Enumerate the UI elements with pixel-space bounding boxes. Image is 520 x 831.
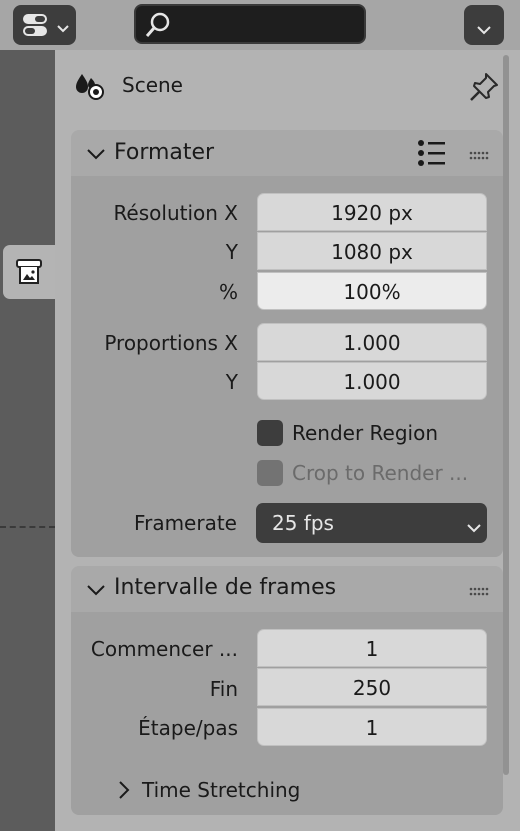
resolution-percent-label: % — [218, 280, 238, 304]
tab-divider — [0, 526, 55, 528]
resolution-percent-field[interactable]: 100% — [257, 272, 487, 310]
options-dropdown-button[interactable] — [464, 5, 504, 45]
aspect-x-label: Proportions X — [104, 331, 238, 355]
chevron-down-icon — [467, 506, 481, 546]
aspect-x-field[interactable]: 1.000 — [257, 323, 487, 361]
frame-start-field[interactable]: 1 — [257, 629, 487, 667]
framerate-label: Framerate — [134, 511, 237, 535]
frame-end-field[interactable]: 250 — [257, 668, 487, 706]
crop-to-render-checkbox[interactable] — [257, 460, 283, 486]
framerate-dropdown[interactable]: 25 fps — [256, 503, 487, 543]
resolution-y-field[interactable]: 1080 px — [257, 232, 487, 270]
resolution-x-label: Résolution X — [113, 201, 238, 225]
render-icon — [14, 257, 44, 291]
chevron-down-icon — [57, 19, 69, 38]
search-icon — [144, 11, 172, 43]
drag-handle-icon[interactable] — [469, 583, 489, 596]
render-region-label[interactable]: Render Region — [292, 421, 438, 445]
chevron-down-icon — [477, 20, 491, 39]
frame-range-panel-title: Intervalle de frames — [114, 575, 337, 600]
frame-step-field[interactable]: 1 — [257, 708, 487, 746]
scrollbar[interactable] — [503, 55, 509, 775]
framerate-value: 25 fps — [272, 511, 334, 535]
properties-editor-icon — [22, 13, 48, 41]
format-panel-header[interactable]: Formater — [71, 130, 503, 176]
format-panel-title: Formater — [114, 140, 215, 165]
aspect-y-label: Y — [225, 370, 238, 394]
scene-icon — [74, 70, 106, 106]
context-label: Scene — [122, 73, 183, 97]
chevron-down-icon — [87, 145, 105, 164]
search-input[interactable] — [134, 4, 366, 44]
resolution-y-label: Y — [225, 240, 238, 264]
presets-list-icon[interactable] — [417, 139, 447, 171]
editor-type-button[interactable] — [13, 5, 76, 45]
time-stretching-subpanel-header[interactable]: Time Stretching — [110, 774, 490, 808]
crop-to-render-label[interactable]: Crop to Render ... — [292, 461, 468, 485]
properties-tab-column — [0, 50, 55, 831]
resolution-x-field[interactable]: 1920 px — [257, 193, 487, 231]
frame-end-label: Fin — [209, 677, 238, 701]
editor-header — [0, 0, 520, 50]
chevron-down-icon — [87, 581, 105, 600]
tab-render[interactable] — [3, 245, 55, 299]
render-region-checkbox[interactable] — [257, 420, 283, 446]
pin-icon[interactable] — [468, 71, 500, 107]
drag-handle-icon[interactable] — [469, 147, 489, 160]
frame-range-panel-header[interactable]: Intervalle de frames — [71, 566, 503, 612]
chevron-right-icon — [118, 781, 130, 803]
aspect-y-field[interactable]: 1.000 — [257, 362, 487, 400]
frame-step-label: Étape/pas — [138, 716, 238, 740]
time-stretching-label: Time Stretching — [142, 778, 301, 802]
frame-start-label: Commencer ... — [90, 637, 238, 661]
